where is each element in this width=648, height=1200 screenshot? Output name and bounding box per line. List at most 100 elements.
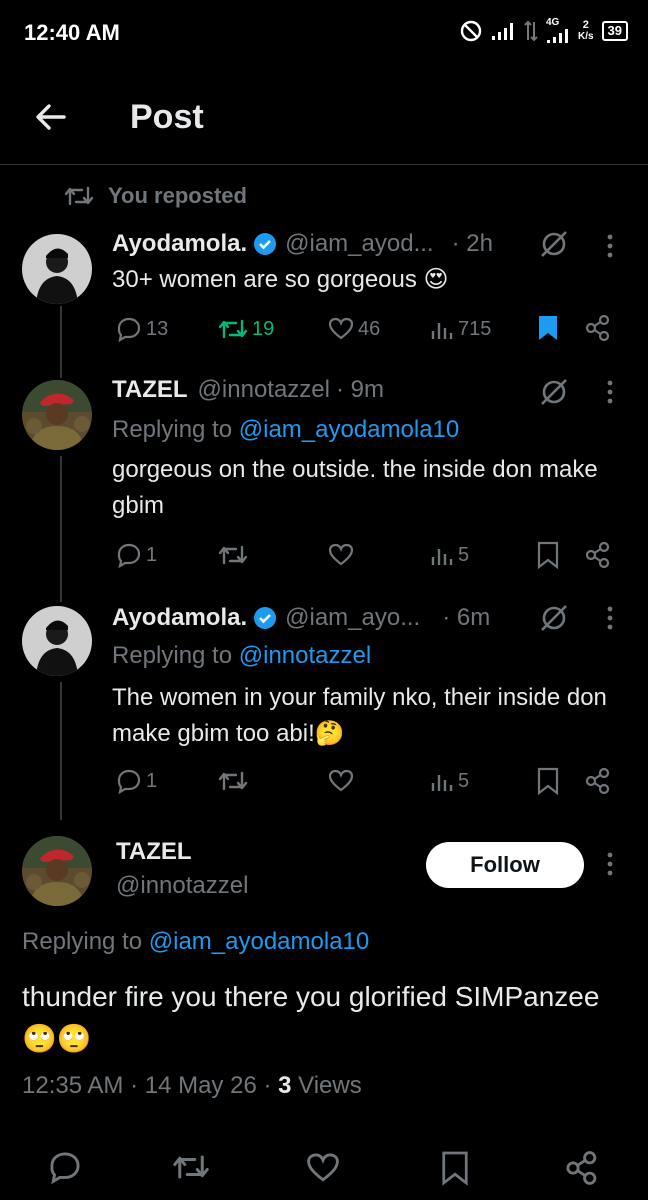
tweet-text: gorgeous on the outside. the inside don … <box>112 456 598 519</box>
repost-icon <box>173 1155 209 1179</box>
avatar[interactable] <box>22 234 92 304</box>
status-time: 12:40 AM <box>24 20 120 45</box>
author-name[interactable]: TAZEL <box>116 838 192 866</box>
replying-to: Replying to @innotazzel <box>112 642 371 670</box>
author-handle[interactable]: @iam_ayod... <box>285 230 433 258</box>
share-button[interactable] <box>564 1150 600 1186</box>
reply-count: 1 <box>146 543 158 566</box>
repost-icon <box>64 186 94 206</box>
repost-button[interactable] <box>218 543 248 567</box>
repost-button[interactable]: 19 <box>218 317 274 341</box>
back-arrow-icon <box>36 104 66 130</box>
tweet-time: · 6m <box>442 604 491 631</box>
author-name[interactable]: Ayodamola. <box>112 230 247 258</box>
bookmark-button[interactable] <box>536 541 560 569</box>
tweet-time: · 2h <box>451 230 493 257</box>
verified-icon <box>254 233 277 255</box>
grok-button[interactable] <box>538 228 570 260</box>
avatar[interactable] <box>22 606 92 676</box>
dnd-icon <box>460 20 482 42</box>
tweet-text: thunder fire you there you glorified SIM… <box>22 981 600 1054</box>
page-title: Post <box>130 98 204 136</box>
status-icons: 4G 2 K/s 39 <box>460 18 628 44</box>
reply-button[interactable] <box>48 1150 82 1184</box>
replying-to-prefix: Replying to <box>112 642 233 669</box>
reply-button[interactable]: 1 <box>116 768 157 794</box>
like-count: 46 <box>358 317 381 340</box>
avatar-image <box>22 380 92 450</box>
author-handle[interactable]: @iam_ayo... <box>285 604 420 632</box>
tweet-header: Ayodamola. @iam_ayo... · 6m <box>112 600 532 636</box>
like-button[interactable] <box>306 1152 340 1184</box>
reply-icon <box>50 1152 80 1184</box>
more-button[interactable] <box>600 604 620 632</box>
views-button[interactable]: 715 <box>430 317 491 341</box>
avatar[interactable] <box>22 380 92 450</box>
views-icon <box>431 775 453 791</box>
like-button[interactable] <box>328 769 354 793</box>
data-arrows-icon <box>524 20 538 42</box>
bookmark-icon <box>539 316 557 340</box>
share-icon <box>585 541 610 569</box>
views-button[interactable]: 5 <box>430 769 469 793</box>
grok-button[interactable] <box>538 376 570 408</box>
views-count: 715 <box>458 317 492 340</box>
bottom-actions <box>0 1140 648 1196</box>
reply-icon <box>117 543 141 568</box>
repost-icon <box>218 771 248 791</box>
views-icon <box>431 323 453 339</box>
repost-button[interactable] <box>172 1152 210 1182</box>
replying-to-link[interactable]: @innotazzel <box>239 642 371 669</box>
reply-count: 1 <box>146 769 158 792</box>
bookmark-icon <box>537 541 559 569</box>
signal-4g-icon <box>546 29 568 43</box>
avatar[interactable] <box>22 836 92 906</box>
more-button[interactable] <box>600 378 620 406</box>
reply-icon <box>117 317 141 342</box>
more-button[interactable] <box>600 850 620 878</box>
repost-label: You reposted <box>108 183 247 208</box>
repost-context[interactable]: You reposted <box>64 183 247 209</box>
author-name[interactable]: Ayodamola. <box>112 604 247 632</box>
bookmark-button[interactable] <box>536 767 560 795</box>
views-count: 5 <box>458 543 470 566</box>
grok-icon <box>541 605 567 631</box>
bookmark-icon <box>537 767 559 795</box>
views-label[interactable]: Views <box>291 1072 362 1099</box>
repost-icon <box>218 545 248 565</box>
replying-to: Replying to @iam_ayodamola10 <box>112 416 459 444</box>
share-button[interactable] <box>584 767 612 795</box>
author-name[interactable]: TAZEL <box>112 376 188 404</box>
author-handle[interactable]: @innotazzel <box>198 376 330 404</box>
thread-line <box>60 306 62 378</box>
tweet-time: · 9m <box>335 376 384 403</box>
signal-icon <box>491 23 513 40</box>
bookmark-button[interactable] <box>536 314 560 342</box>
author-handle[interactable]: @innotazzel <box>116 872 248 900</box>
replying-to-link[interactable]: @iam_ayodamola10 <box>239 416 460 443</box>
tweet-actions: 1 5 <box>112 540 618 570</box>
grok-button[interactable] <box>538 602 570 634</box>
tweet-text: The women in your family nko, their insi… <box>112 684 607 747</box>
share-button[interactable] <box>584 314 612 342</box>
avatar-image <box>22 234 92 304</box>
tweet-header: TAZEL @innotazzel · 9m <box>112 372 532 408</box>
share-icon <box>585 314 610 342</box>
more-icon <box>607 606 613 630</box>
follow-button[interactable]: Follow <box>426 842 584 888</box>
bookmark-button[interactable] <box>440 1150 470 1186</box>
share-button[interactable] <box>584 541 612 569</box>
repost-button[interactable] <box>218 769 248 793</box>
reply-button[interactable]: 1 <box>116 542 157 568</box>
share-icon <box>566 1151 597 1185</box>
grok-icon <box>541 379 567 405</box>
replying-to-link[interactable]: @iam_ayodamola10 <box>149 928 370 955</box>
like-button[interactable]: 46 <box>328 317 380 341</box>
thread-line <box>60 456 62 602</box>
back-button[interactable] <box>34 100 68 134</box>
views-button[interactable]: 5 <box>430 543 469 567</box>
reply-button[interactable]: 13 <box>116 316 168 342</box>
like-button[interactable] <box>328 543 354 567</box>
tweet-actions: 1 5 <box>112 766 618 796</box>
more-button[interactable] <box>600 232 620 260</box>
